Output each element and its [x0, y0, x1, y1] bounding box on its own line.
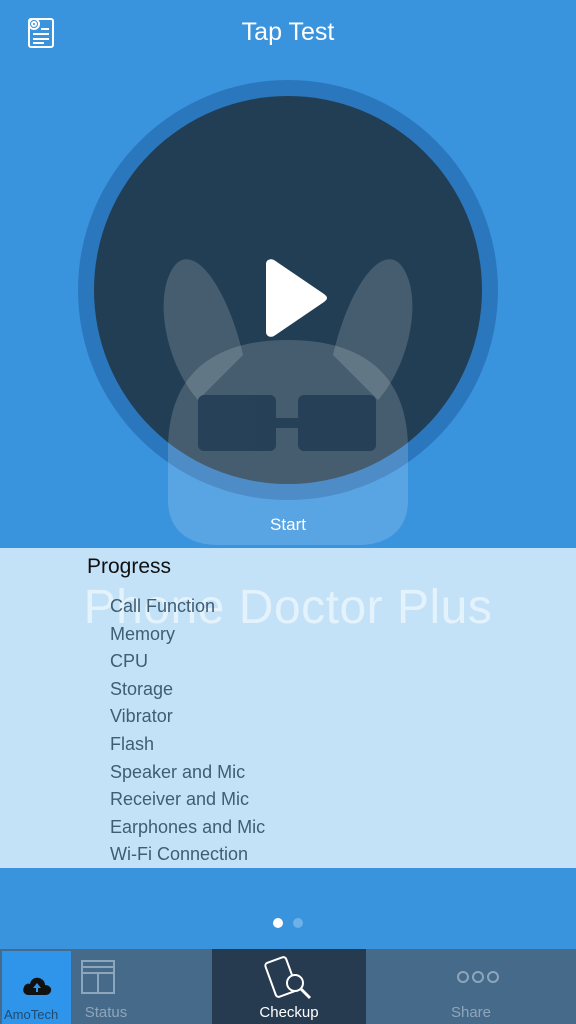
- phone-magnifier-icon: [264, 956, 312, 1000]
- progress-panel: Phone Doctor Plus Progress Call Function…: [0, 548, 576, 868]
- brand-watermark: AmoTech: [4, 1007, 59, 1022]
- progress-heading: Progress: [87, 555, 172, 578]
- test-item-receiver-mic: Receiver and Mic: [110, 789, 250, 810]
- cloud-upload-icon: [23, 977, 52, 995]
- page-indicator: [0, 914, 576, 932]
- tab-checkup-label: Checkup: [259, 1004, 319, 1021]
- page-title: Tap Test: [241, 18, 335, 46]
- app-name-watermark: Phone Doctor Plus: [83, 581, 493, 634]
- start-label: Start: [270, 515, 306, 534]
- test-item-earphones-mic: Earphones and Mic: [110, 816, 266, 837]
- tab-bar: Status AmoTech Checkup Share: [0, 949, 576, 1024]
- tab-checkup[interactable]: Checkup: [212, 949, 366, 1024]
- test-item-wifi: Wi-Fi Connection: [110, 844, 249, 865]
- tab-share-label: Share: [450, 1004, 492, 1021]
- test-item-speaker-mic: Speaker and Mic: [110, 761, 246, 782]
- status-grid-icon: [81, 960, 115, 994]
- tab-share[interactable]: Share: [366, 949, 576, 1024]
- tab-status[interactable]: Status AmoTech: [0, 949, 212, 1024]
- test-item-flash: Flash: [110, 733, 155, 754]
- cloud-upload-button[interactable]: AmoTech: [2, 951, 71, 1024]
- start-test-area: Start: [0, 70, 576, 548]
- dots-icon: [457, 971, 499, 983]
- page-dot-2[interactable]: [293, 917, 303, 928]
- test-item-memory: Memory: [110, 623, 176, 644]
- play-icon[interactable]: [258, 258, 330, 338]
- test-item-cpu: CPU: [110, 651, 149, 672]
- page-dot-1[interactable]: [273, 917, 283, 928]
- test-item-call-function: Call Function: [110, 596, 216, 616]
- test-item-vibrator: Vibrator: [110, 706, 173, 727]
- test-item-storage: Storage: [110, 678, 174, 699]
- top-bar: Tap Test: [0, 0, 576, 70]
- test-list: Call Function Memory CPU Storage Vibrato…: [110, 593, 265, 868]
